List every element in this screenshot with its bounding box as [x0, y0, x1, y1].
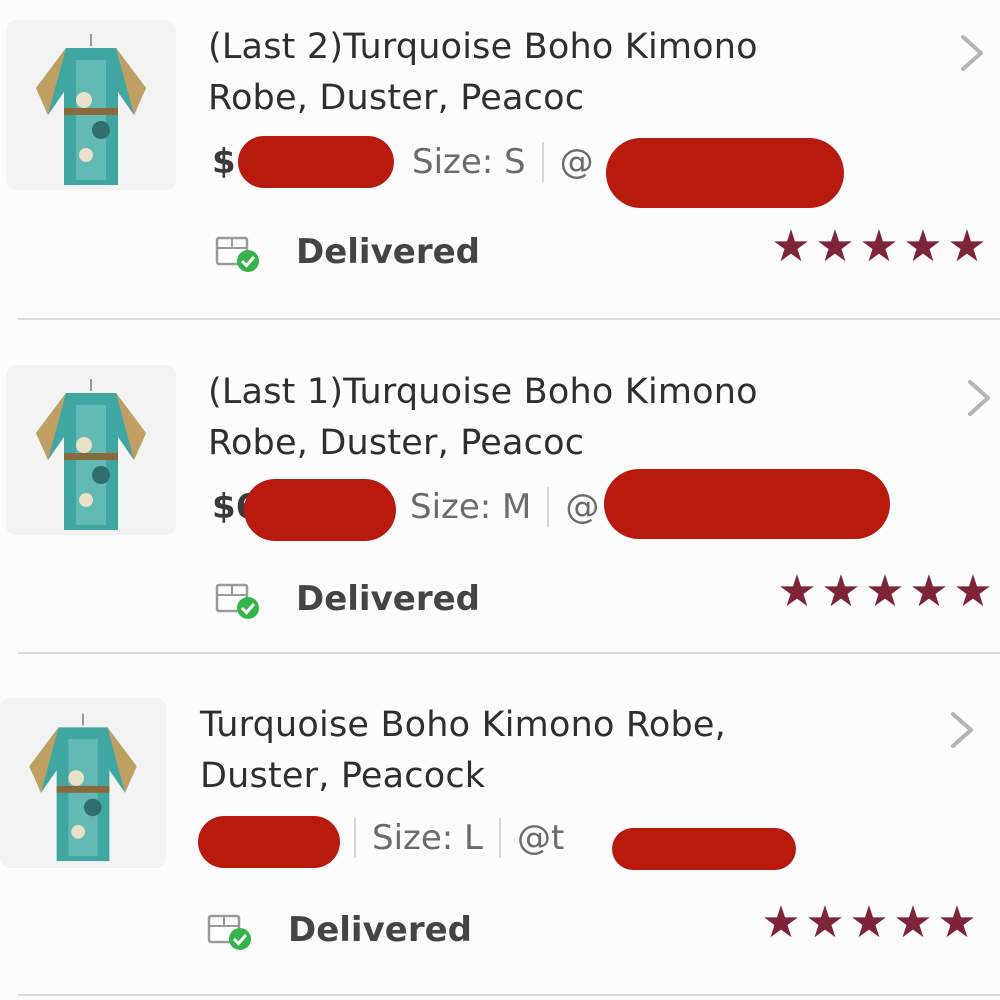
order-row[interactable]: (Last 2)Turquoise Boho Kimono Robe, Dust…	[0, 0, 1000, 320]
product-title[interactable]: (Last 1)Turquoise Boho Kimono Robe, Dust…	[208, 367, 848, 469]
status-label: Delivered	[288, 910, 472, 950]
star-icon: ★	[821, 566, 861, 617]
star-icon: ★	[805, 897, 845, 948]
product-title[interactable]: (Last 2)Turquoise Boho Kimono Robe, Dust…	[208, 22, 848, 124]
rating-stars: ★ ★ ★ ★ ★	[770, 221, 988, 272]
kimono-image	[6, 20, 176, 190]
star-icon: ★	[777, 566, 817, 617]
redaction-mark	[198, 816, 340, 868]
product-title-line: Turquoise Boho Kimono Robe,	[200, 705, 726, 745]
product-title[interactable]: Turquoise Boho Kimono Robe, Duster, Peac…	[200, 700, 840, 802]
kimono-image	[6, 365, 176, 535]
star-icon: ★	[761, 897, 801, 948]
order-row[interactable]: Turquoise Boho Kimono Robe, Duster, Peac…	[0, 680, 1000, 1000]
chevron-right-icon[interactable]	[955, 33, 989, 73]
size-label: Size: L	[372, 818, 483, 858]
meta-separator	[541, 142, 544, 182]
size-label: Size: S	[412, 142, 526, 182]
row-divider	[18, 318, 1000, 320]
product-title-line: (Last 1)Turquoise Boho Kimono	[208, 372, 758, 412]
row-divider	[18, 652, 1000, 654]
row-divider	[18, 994, 1000, 996]
delivery-status: Delivered	[214, 230, 480, 274]
order-row[interactable]: (Last 1)Turquoise Boho Kimono Robe, Dust…	[0, 345, 1000, 665]
redaction-mark	[244, 479, 396, 541]
rating-stars: ★ ★ ★ ★ ★	[776, 566, 994, 617]
product-thumbnail[interactable]	[0, 698, 166, 868]
delivered-box-icon	[214, 230, 262, 274]
kimono-image	[0, 700, 166, 866]
product-thumbnail[interactable]	[6, 365, 176, 535]
product-thumbnail[interactable]	[6, 20, 176, 190]
delivery-status: Delivered	[214, 577, 480, 621]
redaction-mark	[238, 136, 394, 188]
status-label: Delivered	[296, 579, 480, 619]
star-icon: ★	[893, 897, 933, 948]
redaction-mark	[604, 469, 890, 539]
rating-stars: ★ ★ ★ ★ ★	[760, 897, 978, 948]
buyer-username[interactable]: @	[565, 487, 599, 527]
status-label: Delivered	[296, 232, 480, 272]
chevron-right-icon[interactable]	[945, 710, 979, 750]
size-label: Size: M	[410, 487, 532, 527]
redaction-mark	[612, 828, 796, 870]
star-icon: ★	[953, 566, 993, 617]
star-icon: ★	[937, 897, 977, 948]
chevron-right-icon[interactable]	[962, 378, 996, 418]
star-icon: ★	[849, 897, 889, 948]
product-title-line: Robe, Duster, Peacoc	[208, 423, 585, 463]
product-title-line: (Last 2)Turquoise Boho Kimono	[208, 27, 758, 67]
meta-separator	[547, 487, 550, 527]
star-icon: ★	[903, 221, 943, 272]
star-icon: ★	[947, 221, 987, 272]
buyer-username[interactable]: @	[560, 142, 594, 182]
meta-separator	[354, 818, 356, 858]
buyer-username[interactable]: @t	[517, 818, 564, 858]
star-icon: ★	[771, 221, 811, 272]
star-icon: ★	[865, 566, 905, 617]
product-title-line: Duster, Peacock	[200, 756, 486, 796]
redaction-mark	[606, 138, 844, 208]
product-title-line: Robe, Duster, Peacoc	[208, 78, 585, 118]
star-icon: ★	[909, 566, 949, 617]
delivered-box-icon	[214, 577, 262, 621]
meta-separator	[499, 818, 501, 858]
star-icon: ★	[859, 221, 899, 272]
star-icon: ★	[815, 221, 855, 272]
delivery-status: Delivered	[206, 908, 472, 952]
delivered-box-icon	[206, 908, 254, 952]
